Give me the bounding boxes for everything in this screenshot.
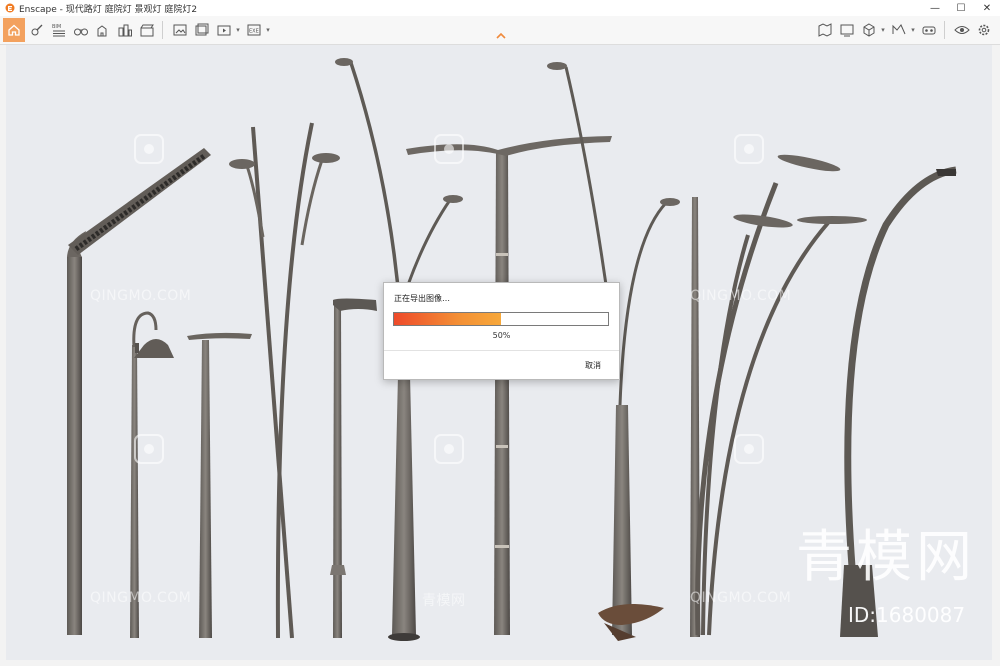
bim-icon: BIM xyxy=(52,24,65,37)
clapper-button[interactable] xyxy=(137,19,157,41)
vr-icon xyxy=(922,26,936,35)
eye-icon xyxy=(954,26,970,34)
chevron-down-icon[interactable]: ▾ xyxy=(909,26,917,34)
toolbar-right-group: ▾ ▾ xyxy=(813,19,994,41)
watermark-text: QINGMO.COM xyxy=(90,288,192,304)
watermark-logo-icon xyxy=(134,134,164,164)
map-icon xyxy=(818,23,832,37)
watermark-logo-icon xyxy=(434,434,464,464)
export-batch-button[interactable] xyxy=(192,19,212,41)
pano-button[interactable] xyxy=(889,19,909,41)
pano-icon xyxy=(892,24,906,35)
export-exe-icon: EXE xyxy=(247,24,261,36)
watermark-brand: 青模网 xyxy=(796,525,976,590)
watermark-text: 青模网 xyxy=(422,593,466,609)
progress-bar-fill xyxy=(394,313,501,325)
lamp-crossed-arms xyxy=(229,122,340,639)
export-image-icon xyxy=(173,24,187,36)
chevron-down-icon[interactable]: ▾ xyxy=(879,26,887,34)
export-progress-dialog: 正在导出图像… 50% 取消 xyxy=(383,282,620,380)
title-bar: Enscape - 现代路灯 庭院灯 景观灯 庭院灯2 — ☐ ✕ xyxy=(0,0,1000,16)
asset-library-icon xyxy=(31,24,43,36)
export-exe-button[interactable]: EXE xyxy=(244,19,264,41)
toolbar-separator xyxy=(944,21,945,39)
dialog-title: 正在导出图像… xyxy=(394,294,450,303)
binoculars-icon xyxy=(74,28,88,36)
lamp-angled-led xyxy=(67,148,211,635)
gear-icon xyxy=(978,24,990,36)
screen-button[interactable] xyxy=(837,19,857,41)
cancel-button[interactable]: 取消 xyxy=(585,360,601,371)
maximize-button[interactable]: ☐ xyxy=(948,0,974,16)
lamp-box-head xyxy=(330,298,377,638)
progress-label: 50% xyxy=(492,331,511,340)
right-panel-edge xyxy=(992,45,1000,666)
eye-button[interactable] xyxy=(952,19,972,41)
vr-button[interactable] xyxy=(919,19,939,41)
watermark-logo-icon xyxy=(734,434,764,464)
export-batch-icon xyxy=(195,23,209,36)
asset-library-button[interactable] xyxy=(27,19,47,41)
chevron-up-icon[interactable] xyxy=(495,30,507,40)
export-image-button[interactable] xyxy=(170,19,190,41)
buildings-icon xyxy=(97,25,107,37)
export-video-icon xyxy=(217,25,231,36)
close-button[interactable]: ✕ xyxy=(974,0,1000,16)
lamp-flat-disc xyxy=(187,332,252,638)
watermark-logo-icon xyxy=(134,434,164,464)
buildings-button[interactable] xyxy=(93,19,113,41)
cube-icon xyxy=(863,23,875,37)
watermark-text: QINGMO.COM xyxy=(90,590,192,606)
watermark-text: QINGMO.COM xyxy=(690,590,792,606)
bottom-edge xyxy=(0,660,1000,666)
cube-button[interactable] xyxy=(859,19,879,41)
watermark-logo-icon xyxy=(434,134,464,164)
city-icon xyxy=(118,24,132,37)
svg-text:BIM: BIM xyxy=(52,24,61,30)
city-button[interactable] xyxy=(115,19,135,41)
map-button[interactable] xyxy=(815,19,835,41)
watermark-id: ID:1680087 xyxy=(848,603,966,627)
export-video-button[interactable] xyxy=(214,19,234,41)
chevron-down-icon[interactable]: ▾ xyxy=(234,26,242,34)
chevron-down-icon[interactable]: ▾ xyxy=(264,26,272,34)
lamp-t-double-arm xyxy=(406,136,612,635)
svg-text:EXE: EXE xyxy=(249,29,259,35)
dialog-divider xyxy=(384,350,619,351)
settings-button[interactable] xyxy=(974,19,994,41)
home-icon xyxy=(8,24,20,36)
binoculars-button[interactable] xyxy=(71,19,91,41)
watermark-text: QINGMO.COM xyxy=(690,288,792,304)
progress-bar xyxy=(393,312,609,326)
window-title: Enscape - 现代路灯 庭院灯 景观灯 庭院灯2 xyxy=(19,4,198,15)
enscape-logo-icon xyxy=(5,3,15,13)
toolbar-separator xyxy=(162,21,163,39)
watermark-logo-icon xyxy=(734,134,764,164)
minimize-button[interactable]: — xyxy=(922,0,948,16)
screen-icon xyxy=(840,24,854,37)
home-button[interactable] xyxy=(3,18,25,42)
clapper-icon xyxy=(140,24,154,37)
bim-button[interactable]: BIM xyxy=(49,19,69,41)
